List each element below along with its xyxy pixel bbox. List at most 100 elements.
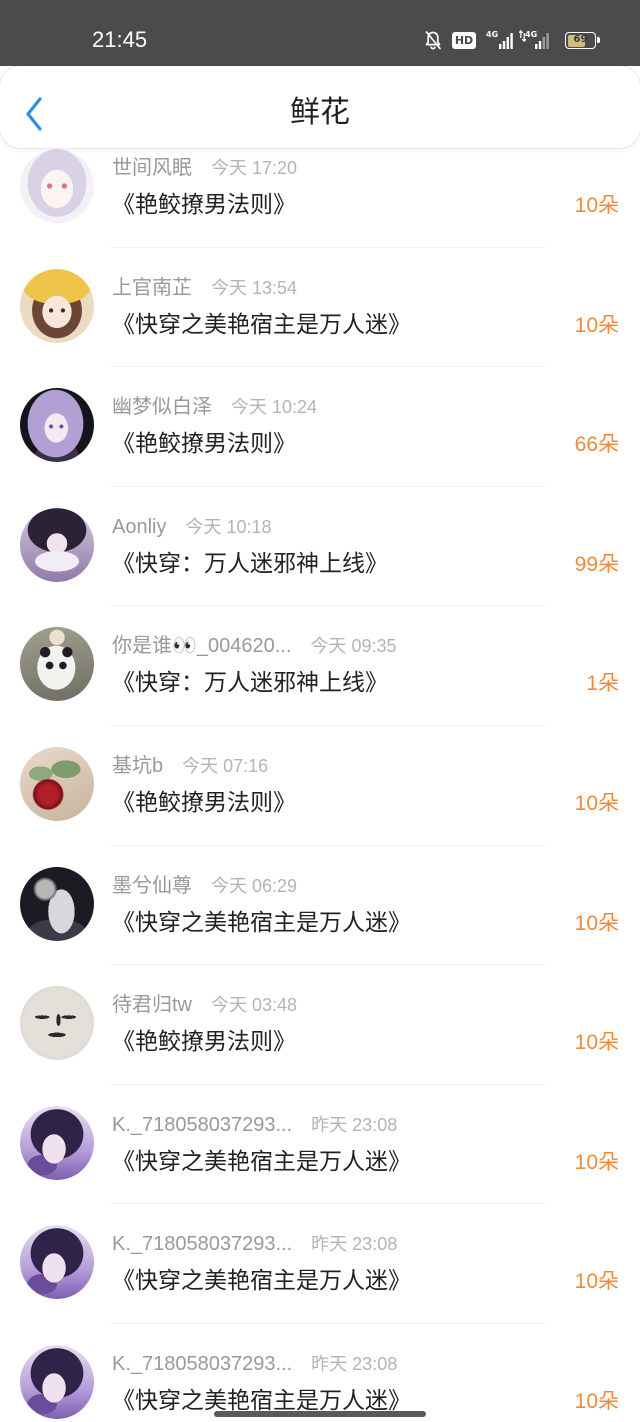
signal-bars-icon xyxy=(499,33,513,49)
book-title[interactable]: 《快穿之美艳宿主是万人迷》 xyxy=(112,310,411,340)
sender-name[interactable]: 世间风眠 xyxy=(112,156,192,180)
sender-meta: 上官南芷 今天 13:54 xyxy=(112,276,297,300)
battery-icon: 69 xyxy=(565,32,600,49)
flower-count: 10朵 xyxy=(574,194,619,217)
sender-name[interactable]: K._718058037293... xyxy=(112,1232,292,1256)
timestamp: 昨天 23:08 xyxy=(311,1234,398,1255)
timestamp: 今天 09:35 xyxy=(310,636,397,657)
signal-4g-data-icon: 4G xyxy=(519,28,549,50)
divider xyxy=(110,844,545,846)
list-item[interactable]: 基坑b 今天 07:16 《艳鲛撩男法则》 10朵 xyxy=(0,724,640,845)
divider xyxy=(110,1083,545,1085)
avatar[interactable] xyxy=(20,627,94,702)
list-item[interactable]: 墨兮仙尊 今天 06:29 《快穿之美艳宿主是万人迷》 10朵 xyxy=(0,844,640,965)
timestamp: 昨天 23:08 xyxy=(311,1353,398,1374)
list-item[interactable]: 你是谁👀_004620... 今天 09:35 《快穿：万人迷邪神上线》 1朵 xyxy=(0,605,640,725)
flower-count: 66朵 xyxy=(574,433,619,457)
timestamp: 今天 06:29 xyxy=(211,875,298,896)
flower-list: 世间风眠 今天 17:20 《艳鲛撩男法则》 10朵 上官南芷 今天 13:54… xyxy=(0,127,640,1421)
list-item[interactable]: Aonliy 今天 10:18 《快穿：万人迷邪神上线》 99朵 xyxy=(0,485,640,606)
flower-count: 10朵 xyxy=(574,313,619,337)
sender-name[interactable]: 基坑b xyxy=(112,754,163,778)
book-title[interactable]: 《快穿：万人迷邪神上线》 xyxy=(112,549,388,579)
battery-percent: 69 xyxy=(573,34,588,45)
avatar[interactable] xyxy=(20,1344,94,1419)
bell-off-icon-graphic xyxy=(425,31,441,50)
sender-meta: K._718058037293... 昨天 23:08 xyxy=(112,1232,397,1256)
divider xyxy=(110,485,545,487)
avatar[interactable] xyxy=(20,1105,94,1180)
book-title[interactable]: 《艳鲛撩男法则》 xyxy=(112,429,296,459)
sender-meta: 你是谁👀_004620... 今天 09:35 xyxy=(112,634,396,658)
list-item[interactable]: K._718058037293... 昨天 23:08 《快穿之美艳宿主是万人迷… xyxy=(0,1322,640,1421)
clock: 21:45 xyxy=(92,27,148,52)
timestamp: 今天 10:24 xyxy=(231,397,318,418)
list-item[interactable]: 待君归tw 今天 03:48 《艳鲛撩男法则》 10朵 xyxy=(0,964,640,1084)
divider xyxy=(110,964,545,966)
sender-meta: 基坑b 今天 07:16 xyxy=(112,754,268,778)
sender-name[interactable]: K._718058037293... xyxy=(112,1113,292,1137)
flower-count: 10朵 xyxy=(574,911,619,935)
flower-count: 10朵 xyxy=(574,1389,619,1413)
timestamp: 今天 13:54 xyxy=(211,277,298,298)
home-indicator[interactable] xyxy=(214,1411,426,1417)
divider xyxy=(110,1203,545,1205)
avatar[interactable] xyxy=(20,149,94,223)
timestamp: 今天 17:20 xyxy=(211,158,298,178)
sender-name[interactable]: 墨兮仙尊 xyxy=(112,874,192,898)
flower-count: 10朵 xyxy=(574,1150,619,1174)
flower-count: 99朵 xyxy=(574,552,619,576)
book-title[interactable]: 《艳鲛撩男法则》 xyxy=(112,1027,296,1057)
sender-meta: 墨兮仙尊 今天 06:29 xyxy=(112,874,297,898)
book-title[interactable]: 《快穿之美艳宿主是万人迷》 xyxy=(112,1266,411,1296)
book-title[interactable]: 《快穿：万人迷邪神上线》 xyxy=(112,668,388,698)
sender-meta: K._718058037293... 昨天 23:08 xyxy=(112,1352,397,1376)
hd-icon: HD xyxy=(452,32,476,49)
sender-name[interactable]: K._718058037293... xyxy=(112,1352,292,1376)
list-item[interactable]: 上官南芷 今天 13:54 《快穿之美艳宿主是万人迷》 10朵 xyxy=(0,246,640,367)
avatar[interactable] xyxy=(20,986,94,1061)
signal-bars-icon xyxy=(535,33,549,49)
list-item[interactable]: K._718058037293... 昨天 23:08 《快穿之美艳宿主是万人迷… xyxy=(0,1083,640,1204)
timestamp: 今天 07:16 xyxy=(182,755,269,776)
sender-name[interactable]: 幽梦似白泽 xyxy=(112,395,212,419)
status-bar: 21:45 HD 4G 4G 69 xyxy=(0,0,640,66)
divider xyxy=(110,1322,545,1324)
timestamp: 今天 03:48 xyxy=(211,995,298,1016)
avatar[interactable] xyxy=(20,268,94,343)
sender-meta: K._718058037293... 昨天 23:08 xyxy=(112,1113,397,1137)
battery-cap xyxy=(597,37,600,43)
flower-count: 10朵 xyxy=(574,791,619,815)
divider xyxy=(110,366,545,368)
signal-4g-icon: 4G xyxy=(486,28,514,50)
sender-meta: 幽梦似白泽 今天 10:24 xyxy=(112,395,317,419)
book-title[interactable]: 《快穿之美艳宿主是万人迷》 xyxy=(112,908,411,938)
book-title[interactable]: 《快穿之美艳宿主是万人迷》 xyxy=(112,1147,411,1177)
sender-name[interactable]: 待君归tw xyxy=(112,993,192,1017)
timestamp: 今天 10:18 xyxy=(185,516,272,537)
page-title: 鲜花 xyxy=(290,95,350,130)
sender-meta: Aonliy 今天 10:18 xyxy=(112,515,272,539)
sender-name[interactable]: 上官南芷 xyxy=(112,276,192,300)
page-header: 鲜花 xyxy=(0,66,640,148)
list-item[interactable]: K._718058037293... 昨天 23:08 《快穿之美艳宿主是万人迷… xyxy=(0,1203,640,1323)
avatar[interactable] xyxy=(20,1225,94,1300)
book-title[interactable]: 《艳鲛撩男法则》 xyxy=(112,788,296,818)
divider xyxy=(110,724,545,726)
sender-name[interactable]: Aonliy xyxy=(112,515,166,539)
hd-label: HD xyxy=(454,34,474,47)
bell-off-icon xyxy=(424,30,442,50)
sender-meta: 世间风眠 今天 17:20 xyxy=(112,156,297,180)
sender-name[interactable]: 你是谁👀_004620... xyxy=(112,634,291,658)
flower-count: 10朵 xyxy=(574,1270,619,1294)
book-title[interactable]: 《艳鲛撩男法则》 xyxy=(112,190,296,220)
avatar[interactable] xyxy=(20,507,94,582)
flower-count: 1朵 xyxy=(586,672,619,696)
timestamp: 昨天 23:08 xyxy=(311,1114,398,1135)
divider xyxy=(110,246,545,248)
avatar[interactable] xyxy=(20,746,94,821)
sender-meta: 待君归tw 今天 03:48 xyxy=(112,993,297,1017)
avatar[interactable] xyxy=(20,866,94,941)
avatar[interactable] xyxy=(20,388,94,463)
list-item[interactable]: 幽梦似白泽 今天 10:24 《艳鲛撩男法则》 66朵 xyxy=(0,366,640,486)
